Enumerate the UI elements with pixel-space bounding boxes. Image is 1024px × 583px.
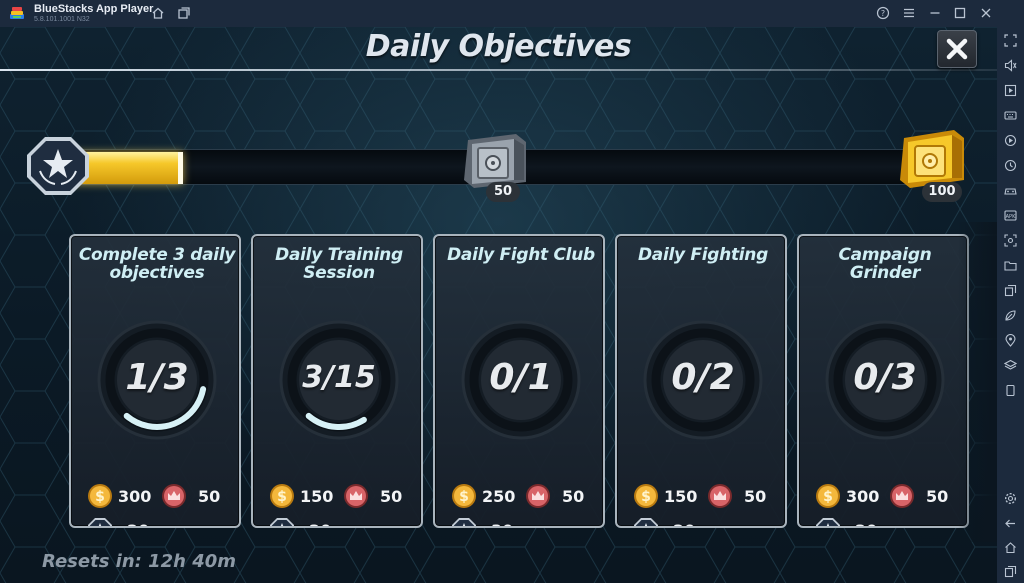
stars-reward-value: 20 <box>127 522 149 527</box>
page-title: Daily Objectives <box>365 29 632 64</box>
gold-safe-icon <box>900 130 964 188</box>
objective-progress-text: 0/2 <box>671 357 735 398</box>
star-token-icon <box>633 517 659 526</box>
crown-token-icon <box>343 483 369 509</box>
objective-progress-text: 3/15 <box>302 360 376 395</box>
svg-text:?: ? <box>881 9 885 18</box>
stars-reward-value: 20 <box>309 522 331 527</box>
objective-card[interactable]: Daily Fighting 0/2 $ 150 50 20 <box>615 234 787 528</box>
star-token-icon <box>451 517 477 526</box>
objective-title: Complete 3 daily objectives <box>78 245 236 283</box>
title-bar: BlueStacks App Player 5.8.101.1001 N32 ? <box>0 0 1024 27</box>
safe-icon <box>464 134 526 188</box>
coins-reward-value: 150 <box>664 487 698 506</box>
gold-coin-icon: $ <box>633 483 659 509</box>
coins-reward-value: 250 <box>482 487 516 506</box>
crowns-reward-value: 50 <box>744 487 767 506</box>
cards-scroll-fade <box>958 222 997 542</box>
milestone-50-label: 50 <box>486 182 520 202</box>
crown-token-icon <box>161 483 187 509</box>
app-version: 5.8.101.1001 N32 <box>34 16 90 23</box>
objective-card[interactable]: Daily Training Session 3/15 $ 150 50 20 <box>251 234 423 528</box>
gold-coin-icon: $ <box>269 483 295 509</box>
svg-text:$: $ <box>823 489 833 505</box>
reset-timer: Resets in: 12h 40m <box>42 551 237 572</box>
stars-reward-value: 30 <box>491 522 513 527</box>
objective-progress-text: 0/3 <box>853 357 917 398</box>
coins-reward-value: 150 <box>300 487 334 506</box>
gold-coin-icon: $ <box>87 483 113 509</box>
bluestacks-sidebar: APK <box>997 27 1024 583</box>
crown-token-icon <box>707 483 733 509</box>
milestone-100-label: 100 <box>922 182 962 202</box>
title-underline <box>0 69 997 71</box>
macro-icon[interactable] <box>1004 134 1017 147</box>
fullscreen-icon[interactable] <box>1004 34 1017 47</box>
close-icon <box>946 38 968 60</box>
folder-icon[interactable] <box>1004 259 1017 272</box>
location-icon[interactable] <box>1004 334 1017 347</box>
svg-text:$: $ <box>95 489 105 505</box>
svg-text:$: $ <box>641 489 651 505</box>
eco-mode-icon[interactable] <box>1004 309 1017 322</box>
game-viewport: Daily Objectives 50 100 Complete 3 daily… <box>0 27 997 583</box>
screen-record-icon[interactable] <box>1004 84 1017 97</box>
android-home-icon[interactable] <box>1004 541 1017 554</box>
objective-progress-text: 0/1 <box>489 357 553 398</box>
multi-window-icon[interactable] <box>1004 284 1017 297</box>
settings-icon[interactable] <box>1004 492 1017 505</box>
crown-token-icon <box>525 483 551 509</box>
svg-text:APK: APK <box>1006 214 1016 220</box>
star-token-icon <box>87 517 113 526</box>
keyboard-icon[interactable] <box>1004 109 1017 122</box>
objective-card[interactable]: Complete 3 daily objectives 1/3 $ 300 50… <box>69 234 241 528</box>
sync-icon[interactable] <box>1004 159 1017 172</box>
stars-reward-value: 20 <box>855 522 877 527</box>
star-token-icon <box>815 517 841 526</box>
gold-coin-icon: $ <box>451 483 477 509</box>
gold-coin-icon: $ <box>815 483 841 509</box>
objective-title: Daily Training Session <box>275 245 403 283</box>
home-icon[interactable] <box>151 6 165 20</box>
layers-icon[interactable] <box>1004 359 1017 372</box>
close-button[interactable] <box>937 30 977 68</box>
star-token-icon <box>269 517 295 526</box>
coins-reward-value: 300 <box>846 487 880 506</box>
volume-icon[interactable] <box>1004 59 1017 72</box>
coins-reward-value: 300 <box>118 487 152 506</box>
stars-reward-value: 20 <box>673 522 695 527</box>
multi-instance-icon[interactable] <box>177 6 191 20</box>
app-title: BlueStacks App Player <box>34 3 154 15</box>
close-window-icon[interactable] <box>979 6 993 20</box>
objective-card[interactable]: Campaign Grinder 0/3 $ 300 50 20 <box>797 234 969 528</box>
help-icon[interactable]: ? <box>876 6 890 20</box>
screenshot-icon[interactable] <box>1004 234 1017 247</box>
gamepad-icon[interactable] <box>1004 184 1017 197</box>
svg-text:$: $ <box>459 489 469 505</box>
back-icon[interactable] <box>1004 517 1017 530</box>
objective-title: Campaign Grinder <box>838 245 932 283</box>
apk-icon[interactable]: APK <box>1004 209 1017 222</box>
objective-title: Daily Fight Club <box>447 245 595 265</box>
crowns-reward-value: 50 <box>198 487 221 506</box>
menu-icon[interactable] <box>902 6 916 20</box>
bluestacks-logo-icon <box>9 5 25 21</box>
star-badge-icon <box>27 137 89 195</box>
crowns-reward-value: 50 <box>562 487 585 506</box>
recent-apps-icon[interactable] <box>1004 565 1017 578</box>
maximize-icon[interactable] <box>953 6 967 20</box>
crowns-reward-value: 50 <box>380 487 403 506</box>
objective-progress-text: 1/3 <box>125 357 189 398</box>
svg-text:$: $ <box>277 489 287 505</box>
crown-token-icon <box>889 483 915 509</box>
crowns-reward-value: 50 <box>926 487 949 506</box>
objective-title: Daily Fighting <box>638 245 768 265</box>
rotate-icon[interactable] <box>1004 384 1017 397</box>
objective-card[interactable]: Daily Fight Club 0/1 $ 250 50 30 <box>433 234 605 528</box>
minimize-icon[interactable] <box>928 6 942 20</box>
